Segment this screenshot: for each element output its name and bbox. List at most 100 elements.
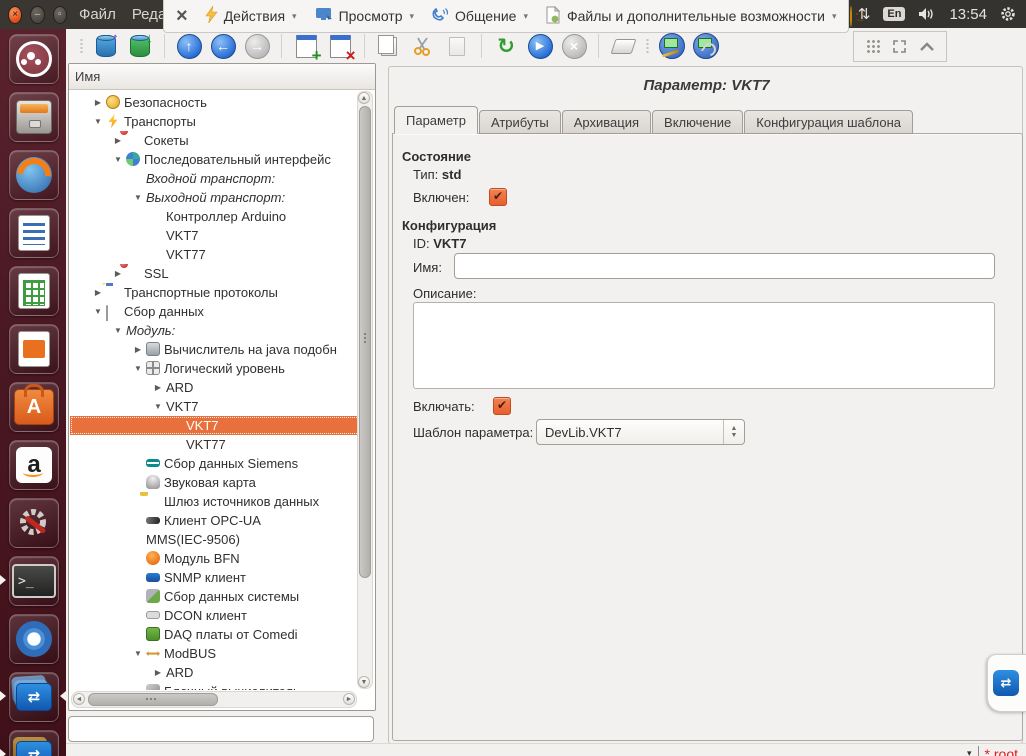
launcher-teamviewer-icon[interactable]: ⇄ xyxy=(9,672,59,722)
tree-row-vkt77[interactable]: VKT77 xyxy=(70,435,359,454)
tree-collapsed-icon[interactable]: ▶ xyxy=(132,340,144,359)
tree-row-сбор-данных-siemens[interactable]: Сбор данных Siemens xyxy=(70,454,359,473)
qt-starter-config-button[interactable] xyxy=(657,31,687,61)
launcher-terminal-icon[interactable]: >_ xyxy=(9,556,59,606)
tree-row-vkt7[interactable]: VKT7 xyxy=(70,416,359,435)
name-input[interactable] xyxy=(454,253,995,279)
overlay-menu-file-plugin[interactable]: Файлы и дополнительные возможности▾ xyxy=(546,6,837,27)
tree-collapsed-icon[interactable]: ▶ xyxy=(152,378,164,397)
tree-row-сбор-данных[interactable]: ▼Сбор данных xyxy=(70,302,359,321)
qt-starter-tools-button[interactable] xyxy=(691,31,721,61)
tree-row-безопасность[interactable]: ▶Безопасность xyxy=(70,93,359,112)
tree-row-snmp-клиент[interactable]: SNMP клиент xyxy=(70,568,359,587)
tree-row-сокеты[interactable]: ▶Сокеты xyxy=(70,131,359,150)
tree-row-последовательный-интерфейс[interactable]: ▼Последовательный интерфейс xyxy=(70,150,359,169)
tree-expanded-icon[interactable]: ▼ xyxy=(92,302,104,321)
tab-атрибуты[interactable]: Атрибуты xyxy=(479,110,561,134)
tree-vscroll-thumb[interactable] xyxy=(359,106,371,578)
window-maximize-button[interactable]: ▫ xyxy=(53,6,67,24)
launcher-ubuntu-dash-icon[interactable] xyxy=(9,34,59,84)
overlay-menu-lightning[interactable]: Действия▾ xyxy=(205,6,297,26)
tree-expanded-icon[interactable]: ▼ xyxy=(132,644,144,663)
launcher-libreoffice-impress-icon[interactable] xyxy=(9,324,59,374)
tab-конфигурация-шаблона[interactable]: Конфигурация шаблона xyxy=(744,110,913,134)
tree-row-ssl[interactable]: ▶SSL xyxy=(70,264,359,283)
tab-параметр[interactable]: Параметр xyxy=(394,106,478,134)
tree-row-транспорты[interactable]: ▼Транспорты xyxy=(70,112,359,131)
go-back-button[interactable]: ← xyxy=(208,31,238,61)
tree-row-входной-транспорт-[interactable]: Входной транспорт: xyxy=(70,169,359,188)
tab-включение[interactable]: Включение xyxy=(652,110,743,134)
add-item-button[interactable]: + xyxy=(291,31,321,61)
delete-item-button[interactable]: × xyxy=(325,31,355,61)
tree-header[interactable]: Имя xyxy=(69,64,375,90)
scroll-up-icon[interactable]: ▲ xyxy=(358,92,370,104)
tree-horizontal-scrollbar[interactable]: ◄ ► xyxy=(71,691,357,708)
launcher-system-settings-icon[interactable] xyxy=(9,498,59,548)
keyboard-indicator[interactable]: En xyxy=(883,7,905,21)
tree-row-dcon-клиент[interactable]: DCON клиент xyxy=(70,606,359,625)
tree-filter-input[interactable] xyxy=(68,716,374,742)
paste-item-button[interactable] xyxy=(442,31,472,61)
tree-vertical-scrollbar[interactable]: ▲ ▼ xyxy=(357,91,373,689)
cut-item-button[interactable] xyxy=(408,31,438,61)
tree-row-daq-платы-от-comedi[interactable]: DAQ платы от Comedi xyxy=(70,625,359,644)
tree-expanded-icon[interactable]: ▼ xyxy=(152,397,164,416)
tree-row-транспортные-протоколы[interactable]: ▶Транспортные протоколы xyxy=(70,283,359,302)
launcher-stacked-app-partial-icon[interactable]: ⇄ xyxy=(9,730,59,756)
clock[interactable]: 13:54 xyxy=(949,6,987,23)
tree-row-mms-iec-9506-[interactable]: MMS(IEC-9506) xyxy=(70,530,359,549)
sound-indicator-icon[interactable] xyxy=(918,7,936,21)
tree-expanded-icon[interactable]: ▼ xyxy=(112,321,124,340)
current-user[interactable]: * root xyxy=(985,746,1018,756)
load-from-db-button[interactable]: ↑ xyxy=(91,31,121,61)
tree-expanded-icon[interactable]: ▼ xyxy=(92,112,104,131)
tree-expanded-icon[interactable]: ▼ xyxy=(112,150,124,169)
overlay-menu-monitor[interactable]: Просмотр▾ xyxy=(315,7,414,25)
description-textarea[interactable] xyxy=(413,302,995,389)
tree-expanded-icon[interactable]: ▼ xyxy=(132,188,144,207)
tree-row-шлюз-источников-данных[interactable]: Шлюз источников данных xyxy=(70,492,359,511)
launcher-files-icon[interactable] xyxy=(9,92,59,142)
tree-row-vkt7[interactable]: ▼VKT7 xyxy=(70,397,359,416)
teamviewer-flap[interactable]: ⇄ xyxy=(987,654,1026,712)
go-forward-button[interactable]: → xyxy=(242,31,272,61)
toolbar-handle[interactable] xyxy=(645,38,650,54)
launcher-amazon-icon[interactable]: a xyxy=(9,440,59,490)
launcher-chromium-icon[interactable] xyxy=(9,614,59,664)
tree-row-сбор-данных-системы[interactable]: Сбор данных системы xyxy=(70,587,359,606)
stop-updating-button[interactable]: × xyxy=(559,31,589,61)
user-dropdown-icon[interactable]: ▾ xyxy=(967,746,972,756)
tree-collapsed-icon[interactable]: ▶ xyxy=(92,283,104,302)
save-to-db-button[interactable]: ↓ xyxy=(125,31,155,61)
tree-row-modbus[interactable]: ▼ModBUS xyxy=(70,644,359,663)
tree-row-ard[interactable]: ▶ARD xyxy=(70,378,359,397)
overlay-menu-phone[interactable]: Общение▾ xyxy=(432,7,528,25)
scroll-left-icon[interactable]: ◄ xyxy=(73,693,85,705)
clear-button[interactable] xyxy=(608,31,638,61)
tree-row-блочный-вычислитель[interactable]: Блочный вычислитель xyxy=(70,682,359,690)
tree-expanded-icon[interactable]: ▼ xyxy=(132,359,144,378)
tree-row-модуль-[interactable]: ▼Модуль: xyxy=(70,321,359,340)
launcher-software-center-icon[interactable]: A xyxy=(9,382,59,432)
tree-row-vkt77[interactable]: VKT77 xyxy=(70,245,359,264)
tree-row-vkt7[interactable]: VKT7 xyxy=(70,226,359,245)
scroll-down-icon[interactable]: ▼ xyxy=(358,676,370,688)
session-gear-icon[interactable] xyxy=(1000,6,1016,22)
tab-архивация[interactable]: Архивация xyxy=(562,110,651,134)
grid-icon[interactable] xyxy=(866,39,881,54)
window-minimize-button[interactable]: – xyxy=(30,6,44,24)
copy-item-button[interactable] xyxy=(374,31,404,61)
tree-row-выходной-транспорт-[interactable]: ▼Выходной транспорт: xyxy=(70,188,359,207)
window-close-button[interactable]: × xyxy=(8,6,22,24)
expand-icon[interactable] xyxy=(892,39,907,54)
scroll-right-icon[interactable]: ► xyxy=(343,693,355,705)
tree-row-логический-уровень[interactable]: ▼Логический уровень xyxy=(70,359,359,378)
tree-row-клиент-opc-ua[interactable]: Клиент OPC-UA xyxy=(70,511,359,530)
menu-item-редакти[interactable]: Редакти xyxy=(132,6,163,23)
tree-row-звуковая-карта[interactable]: Звуковая карта xyxy=(70,473,359,492)
tree-row-вычислитель-на-java-подобн[interactable]: ▶Вычислитель на java подобн xyxy=(70,340,359,359)
start-updating-button[interactable]: ▶ xyxy=(525,31,555,61)
launcher-libreoffice-writer-icon[interactable] xyxy=(9,208,59,258)
tree-row-ard[interactable]: ▶ARD xyxy=(70,663,359,682)
